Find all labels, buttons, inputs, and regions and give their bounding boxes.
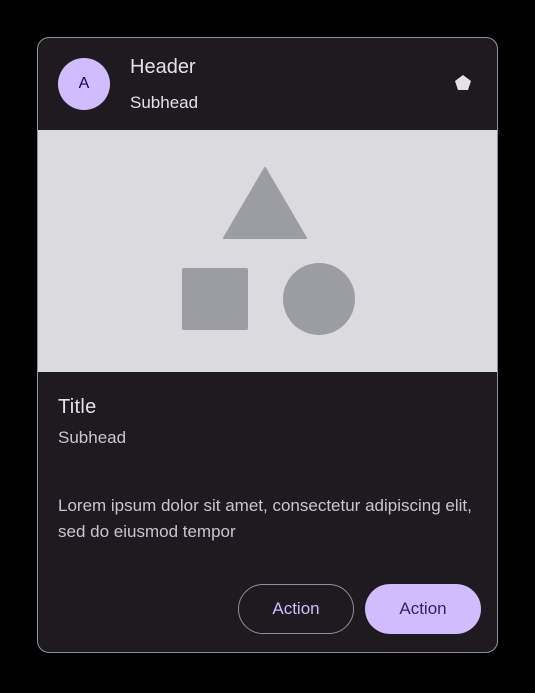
card: A Header Subhead Title Subhead Lorem ips…: [37, 37, 498, 653]
header-subhead: Subhead: [130, 93, 199, 112]
header-title: Header: [130, 56, 196, 78]
square-shape: [182, 268, 248, 330]
content-subhead: Subhead: [58, 428, 127, 447]
content-title: Title: [58, 396, 97, 418]
secondary-action-label: Action: [272, 599, 320, 618]
avatar: A: [58, 58, 110, 110]
primary-action-label: Action: [399, 599, 447, 618]
triangle-shape: [223, 167, 307, 239]
avatar-letter: A: [78, 75, 90, 92]
supporting-text: Lorem ipsum dolor sit amet, consectetur …: [58, 496, 472, 541]
media-image: [38, 130, 497, 372]
primary-action-button[interactable]: Action: [365, 584, 481, 634]
secondary-action-button[interactable]: Action: [238, 584, 354, 634]
pentagon-icon[interactable]: [454, 74, 472, 92]
circle-shape: [283, 263, 355, 335]
card-header: A Header Subhead: [38, 38, 497, 130]
